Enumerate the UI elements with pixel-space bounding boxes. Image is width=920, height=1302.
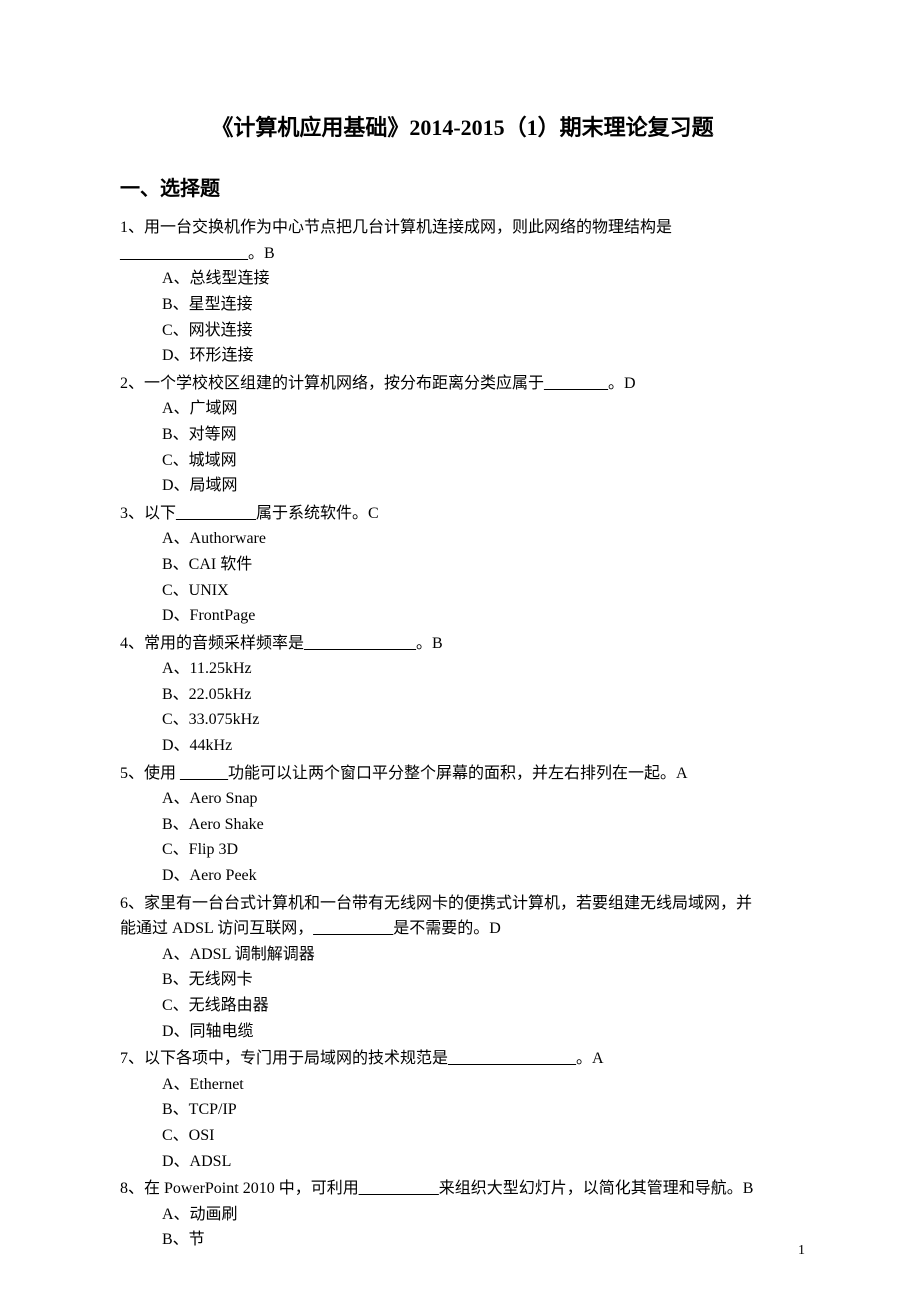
option: C、网状连接	[162, 318, 805, 344]
option: D、Aero Peek	[162, 863, 805, 889]
question-2: 2、一个学校校区组建的计算机网络，按分布距离分类应属于________。D A、…	[120, 371, 805, 499]
question-1: 1、用一台交换机作为中心节点把几台计算机连接成网，则此网络的物理结构是 ____…	[120, 215, 805, 369]
question-2-options: A、广域网 B、对等网 C、城域网 D、局域网	[120, 396, 805, 498]
option: B、对等网	[162, 422, 805, 448]
question-7: 7、以下各项中，专门用于局域网的技术规范是________________。A …	[120, 1046, 805, 1174]
question-3: 3、以下__________属于系统软件。C A、Authorware B、CA…	[120, 501, 805, 629]
question-2-stem: 2、一个学校校区组建的计算机网络，按分布距离分类应属于________。D	[120, 371, 805, 397]
option: B、节	[162, 1227, 805, 1253]
option: D、局域网	[162, 473, 805, 499]
option: C、33.075kHz	[162, 707, 805, 733]
option: C、无线路由器	[162, 993, 805, 1019]
question-5: 5、使用 ______功能可以让两个窗口平分整个屏幕的面积，并左右排列在一起。A…	[120, 761, 805, 889]
question-4: 4、常用的音频采样频率是______________。B A、11.25kHz …	[120, 631, 805, 759]
question-4-stem: 4、常用的音频采样频率是______________。B	[120, 631, 805, 657]
question-6-options: A、ADSL 调制解调器 B、无线网卡 C、无线路由器 D、同轴电缆	[120, 942, 805, 1044]
option: A、总线型连接	[162, 266, 805, 292]
option: A、动画刷	[162, 1202, 805, 1228]
option: C、城域网	[162, 448, 805, 474]
option: D、44kHz	[162, 733, 805, 759]
option: C、UNIX	[162, 578, 805, 604]
option: C、OSI	[162, 1123, 805, 1149]
option: D、环形连接	[162, 343, 805, 369]
question-6: 6、家里有一台台式计算机和一台带有无线网卡的便携式计算机，若要组建无线局域网，并…	[120, 891, 805, 1045]
question-7-options: A、Ethernet B、TCP/IP C、OSI D、ADSL	[120, 1072, 805, 1174]
page-number: 1	[798, 1240, 805, 1262]
option: A、Ethernet	[162, 1072, 805, 1098]
option: B、CAI 软件	[162, 552, 805, 578]
option: A、11.25kHz	[162, 656, 805, 682]
question-6-stem-line2: 能通过 ADSL 访问互联网，__________是不需要的。D	[120, 916, 805, 942]
option: D、FrontPage	[162, 603, 805, 629]
option: A、广域网	[162, 396, 805, 422]
option: A、Aero Snap	[162, 786, 805, 812]
section-heading: 一、选择题	[120, 173, 805, 205]
option: B、星型连接	[162, 292, 805, 318]
option: B、Aero Shake	[162, 812, 805, 838]
question-8-options: A、动画刷 B、节	[120, 1202, 805, 1253]
question-3-stem: 3、以下__________属于系统软件。C	[120, 501, 805, 527]
option: B、TCP/IP	[162, 1097, 805, 1123]
question-6-stem-line1: 6、家里有一台台式计算机和一台带有无线网卡的便携式计算机，若要组建无线局域网，并	[120, 891, 805, 917]
option: D、同轴电缆	[162, 1019, 805, 1045]
question-7-stem: 7、以下各项中，专门用于局域网的技术规范是________________。A	[120, 1046, 805, 1072]
question-3-options: A、Authorware B、CAI 软件 C、UNIX D、FrontPage	[120, 526, 805, 628]
question-8: 8、在 PowerPoint 2010 中，可利用__________来组织大型…	[120, 1176, 805, 1253]
question-1-stem-line2: ________________。B	[120, 241, 805, 267]
question-5-stem: 5、使用 ______功能可以让两个窗口平分整个屏幕的面积，并左右排列在一起。A	[120, 761, 805, 787]
option: A、Authorware	[162, 526, 805, 552]
question-1-options: A、总线型连接 B、星型连接 C、网状连接 D、环形连接	[120, 266, 805, 368]
option: C、Flip 3D	[162, 837, 805, 863]
document-title: 《计算机应用基础》2014-2015（1）期末理论复习题	[120, 110, 805, 145]
question-8-stem: 8、在 PowerPoint 2010 中，可利用__________来组织大型…	[120, 1176, 805, 1202]
option: B、22.05kHz	[162, 682, 805, 708]
option: A、ADSL 调制解调器	[162, 942, 805, 968]
question-5-options: A、Aero Snap B、Aero Shake C、Flip 3D D、Aer…	[120, 786, 805, 888]
question-1-stem-line1: 1、用一台交换机作为中心节点把几台计算机连接成网，则此网络的物理结构是	[120, 215, 805, 241]
question-4-options: A、11.25kHz B、22.05kHz C、33.075kHz D、44kH…	[120, 656, 805, 758]
option: B、无线网卡	[162, 967, 805, 993]
option: D、ADSL	[162, 1149, 805, 1175]
